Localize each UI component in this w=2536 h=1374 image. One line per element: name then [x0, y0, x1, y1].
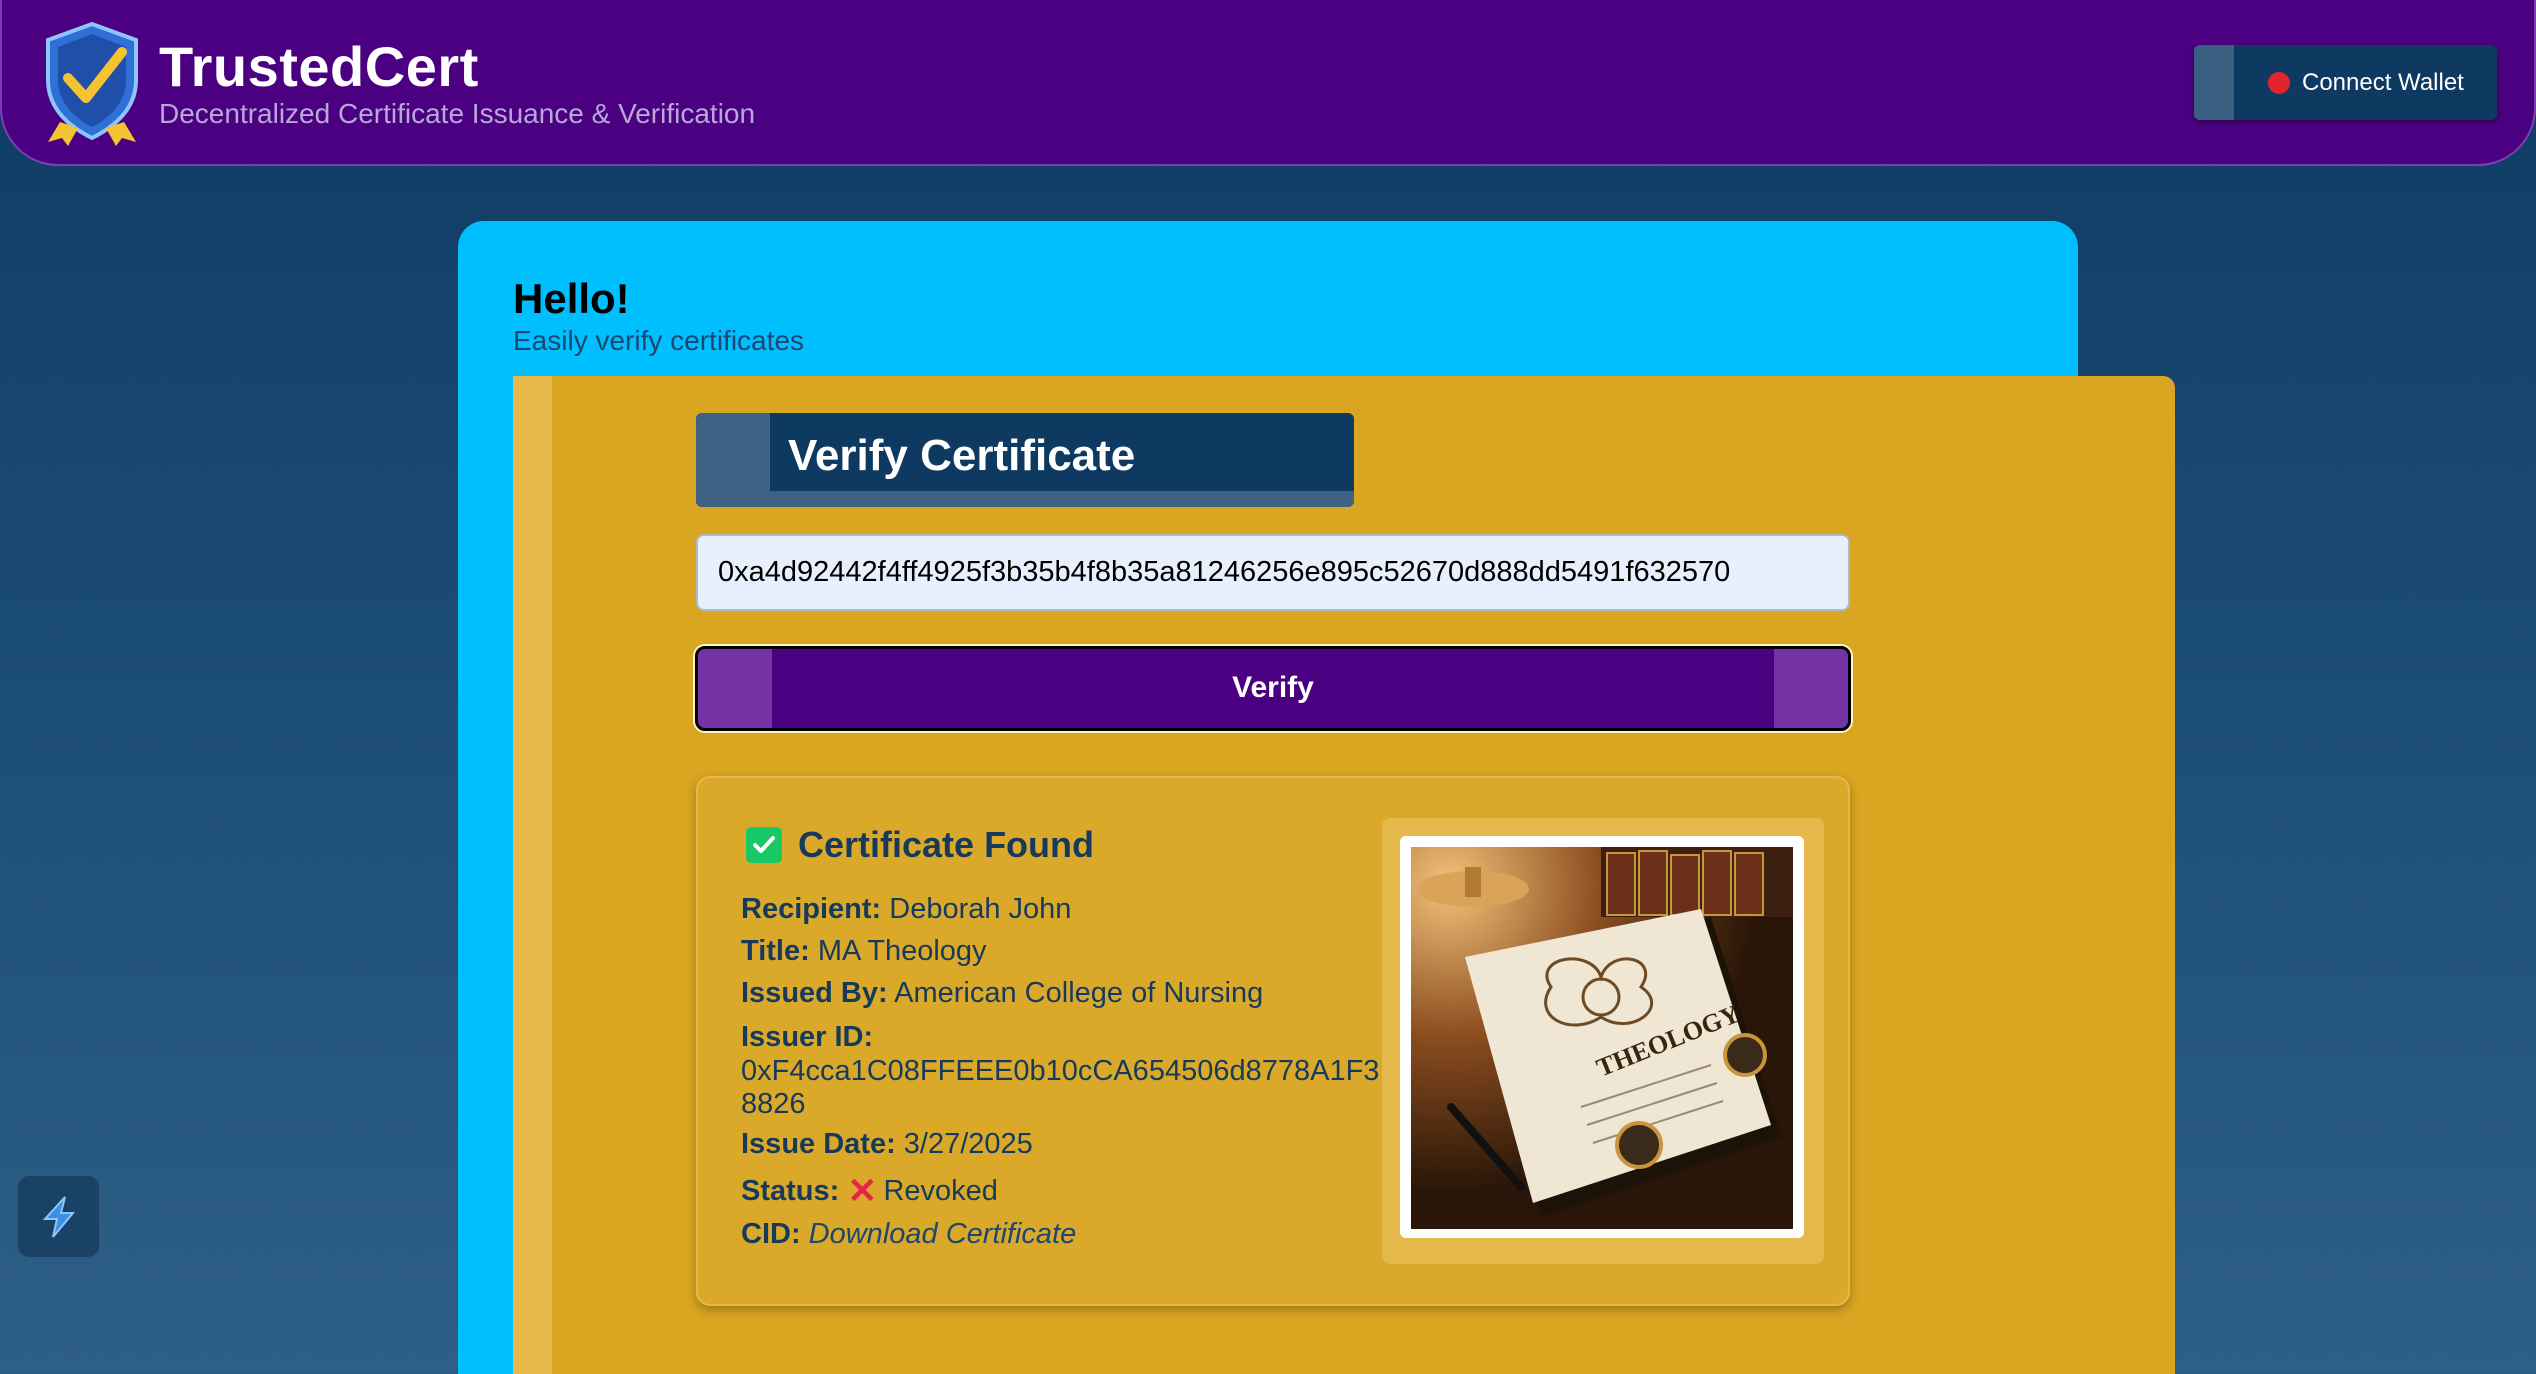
title-row: Title: MA Theology: [741, 935, 987, 968]
issue-date-row: Issue Date: 3/27/2025: [741, 1128, 1033, 1161]
recipient-row: Recipient: Deborah John: [741, 893, 1071, 926]
issued-by-label: Issued By:: [741, 977, 888, 1009]
title-value: MA Theology: [817, 935, 987, 967]
bolt-icon: [42, 1195, 75, 1238]
app-title: TrustedCert: [159, 35, 479, 98]
section-title: Verify Certificate: [788, 431, 1136, 480]
certificate-hash-input[interactable]: [696, 534, 1850, 611]
cid-label: CID:: [741, 1218, 801, 1250]
issued-by-value: American College of Nursing: [894, 977, 1264, 1009]
app-header: TrustedCert Decentralized Certificate Is…: [0, 0, 2536, 166]
title-accent-bottom: [770, 491, 1354, 507]
recipient-label: Recipient:: [741, 893, 882, 925]
connect-wallet-label: Connect Wallet: [2302, 68, 2464, 96]
certificate-image: THEOLOGY: [1411, 847, 1793, 1229]
issuer-id-label: Issuer ID:: [741, 1021, 874, 1053]
issuer-id-row: Issuer ID:: [741, 1021, 873, 1054]
greeting-heading: Hello!: [513, 275, 630, 322]
verify-button[interactable]: Verify: [695, 646, 1851, 731]
status-value: Revoked: [883, 1175, 998, 1207]
status-label: Status:: [741, 1175, 840, 1207]
assistant-widget-button[interactable]: [15, 1173, 102, 1260]
result-heading: Certificate Found: [798, 824, 1095, 865]
shield-check-icon: [46, 21, 138, 146]
greeting-subtitle: Easily verify certificates: [513, 325, 804, 356]
title-accent-strip: [696, 413, 770, 507]
certificate-found-heading: Certificate Found: [746, 824, 1094, 866]
close-icon: ✕: [847, 1170, 878, 1211]
connect-wallet-button[interactable]: Connect Wallet: [2194, 45, 2497, 120]
section-title-box: Verify Certificate: [696, 413, 1354, 507]
title-label: Title:: [741, 935, 810, 967]
button-accent-strip: [2194, 45, 2234, 120]
verify-button-label: Verify: [1232, 671, 1314, 704]
issue-date-label: Issue Date:: [741, 1128, 896, 1160]
cid-row: CID: Download Certificate: [741, 1218, 1076, 1251]
check-icon: [746, 827, 782, 863]
recipient-value: Deborah John: [889, 893, 1072, 925]
issuer-id-value: 0xF4cca1C08FFEEE0b10cCA654506d8778A1F388…: [741, 1055, 1380, 1120]
issued-by-row: Issued By: American College of Nursing: [741, 977, 1263, 1010]
app-subtitle: Decentralized Certificate Issuance & Ver…: [159, 98, 756, 129]
card-accent-strip: [513, 376, 552, 1374]
issue-date-value: 3/27/2025: [903, 1128, 1033, 1160]
download-certificate-link[interactable]: Download Certificate: [809, 1218, 1077, 1250]
wallet-status-dot: [2268, 71, 2290, 94]
status-row: Status: ✕ Revoked: [741, 1173, 998, 1209]
